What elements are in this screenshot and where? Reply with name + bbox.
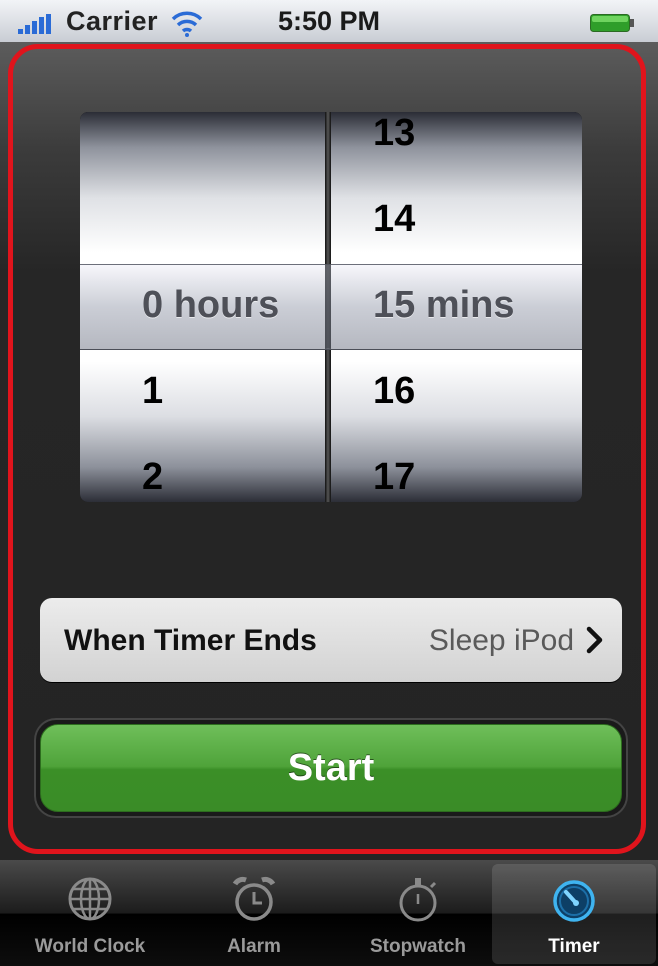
minutes-option[interactable]: 14 <box>373 198 415 241</box>
tab-label: World Clock <box>34 936 146 957</box>
tab-label: Alarm <box>227 936 281 957</box>
hours-option[interactable]: 2 <box>142 456 163 499</box>
tab-timer[interactable]: Timer <box>492 864 656 964</box>
duration-picker[interactable]: 1 2 13 14 16 17 0 hours 15 mins <box>80 112 582 502</box>
when-timer-ends-value: Sleep iPod <box>428 624 574 657</box>
tab-stopwatch[interactable]: Stopwatch <box>336 864 500 964</box>
chevron-right-icon <box>586 626 603 654</box>
minutes-selected[interactable]: 15 mins <box>373 284 515 327</box>
status-time: 5:50 PM <box>277 6 381 36</box>
when-timer-ends-row[interactable]: When Timer Ends Sleep iPod <box>40 598 622 682</box>
when-timer-ends-label: When Timer Ends <box>64 624 317 657</box>
timer-content: 1 2 13 14 16 17 0 hours 15 mins When Tim… <box>0 42 658 860</box>
tab-alarm[interactable]: Alarm <box>172 864 336 964</box>
start-button[interactable]: Start <box>40 724 622 812</box>
start-button-frame: Start <box>34 718 628 818</box>
tab-bar: World Clock Alarm Stopwatch Timer <box>0 860 658 966</box>
battery-icon <box>590 14 634 32</box>
globe-icon <box>68 877 112 921</box>
hours-option[interactable]: 1 <box>142 370 163 413</box>
hours-selected[interactable]: 0 hours <box>142 284 279 327</box>
tab-label: Stopwatch <box>369 936 467 957</box>
minutes-option[interactable]: 16 <box>373 370 415 413</box>
minutes-option[interactable]: 17 <box>373 456 415 499</box>
selection-separator <box>325 264 331 348</box>
tab-world-clock[interactable]: World Clock <box>8 864 172 964</box>
minutes-option[interactable]: 13 <box>373 112 415 155</box>
timer-icon <box>553 880 595 922</box>
alarm-clock-icon <box>232 876 276 921</box>
status-bar: Carrier 5:50 PM <box>0 0 658 43</box>
timer-app: Carrier 5:50 PM 1 2 13 14 16 17 0 hours … <box>0 0 658 966</box>
stopwatch-icon <box>399 878 437 922</box>
tab-label: Timer <box>548 936 600 957</box>
